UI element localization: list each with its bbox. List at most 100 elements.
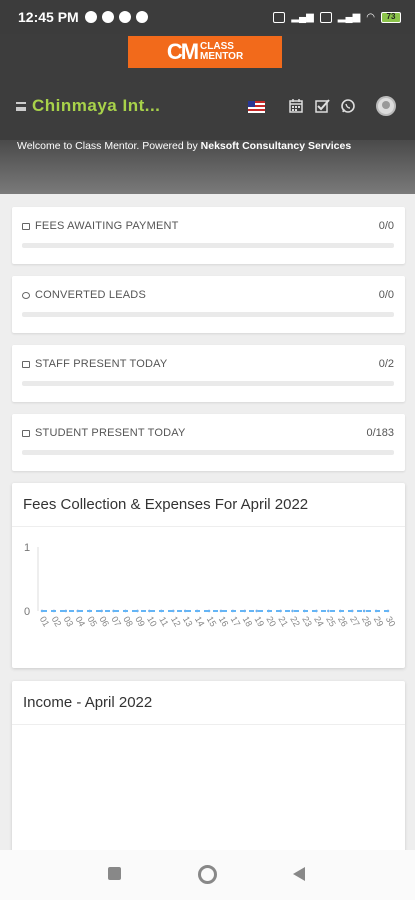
stat-label-text: STAFF PRESENT TODAY [35, 358, 168, 370]
status-bar: 12:45 PM ▂▄▆ ▂▄▆ ◠ 73 [0, 0, 415, 34]
stat-count: 0/0 [378, 220, 394, 232]
data-point [386, 609, 390, 613]
data-point [136, 609, 139, 613]
income-panel: Income - April 2022 [12, 681, 405, 856]
data-point [195, 609, 199, 613]
data-point [351, 609, 354, 613]
income-title: Income - April 2022 [12, 681, 405, 725]
x-tick-label: 21 [276, 615, 290, 629]
welcome-prefix: Welcome to Class Mentor. Powered by [17, 140, 201, 152]
system-nav-bar [0, 850, 415, 900]
data-point [88, 609, 91, 613]
school-name: Chinmaya Int... [32, 96, 161, 115]
x-tick-label: 03 [62, 615, 76, 629]
x-tick-label: 14 [193, 615, 207, 629]
x-tick-label: 28 [360, 615, 374, 629]
sim-icon [319, 11, 332, 23]
data-point [76, 609, 79, 613]
x-tick-label: 24 [312, 615, 326, 629]
data-point [374, 609, 378, 613]
welcome-banner: Welcome to Class Mentor. Powered by Neks… [0, 140, 415, 194]
y-tick-label: 1 [24, 542, 30, 554]
x-tick-label: 25 [324, 615, 338, 629]
data-point [52, 609, 56, 613]
menu-icon[interactable] [16, 102, 26, 111]
home-button[interactable] [198, 865, 217, 884]
stat-label: STUDENT PRESENT TODAY [22, 427, 186, 439]
data-point [160, 609, 163, 613]
x-tick-label: 05 [85, 615, 99, 629]
data-point [172, 609, 175, 613]
logo-line-2: MENTOR [200, 51, 244, 62]
x-tick-label: 08 [121, 615, 135, 629]
x-tick-label: 04 [74, 615, 88, 629]
data-point [339, 609, 342, 613]
data-point [291, 609, 294, 613]
stat-label-text: CONVERTED LEADS [35, 289, 146, 301]
x-tick-label: 18 [241, 615, 255, 629]
data-point [267, 609, 270, 613]
app-notification-icon [101, 11, 114, 23]
data-point [219, 609, 223, 613]
checkbox-icon[interactable] [314, 98, 330, 114]
stat-label-text: STUDENT PRESENT TODAY [35, 427, 186, 439]
calendar-icon[interactable] [288, 98, 304, 114]
progress-bar [22, 450, 394, 455]
stat-label: FEES AWAITING PAYMENT [22, 220, 179, 232]
data-point [124, 609, 127, 613]
wifi-icon: ◠ [366, 11, 375, 23]
recent-apps-button[interactable] [108, 867, 121, 880]
alarm-icon [84, 11, 97, 23]
x-tick-label: 06 [97, 615, 111, 629]
system-icons: ▂▄▆ ▂▄▆ ◠ 73 [273, 11, 401, 23]
stat-count: 0/183 [366, 427, 394, 439]
data-point [362, 609, 366, 613]
stat-card-converted-leads[interactable]: CONVERTED LEADS 0/0 [12, 276, 405, 333]
progress-bar [22, 381, 394, 386]
data-point [40, 609, 44, 613]
app-notification-icon [118, 11, 131, 23]
battery-icon: 73 [381, 11, 401, 23]
x-tick-label: 27 [348, 615, 362, 629]
stat-card-student-present[interactable]: STUDENT PRESENT TODAY 0/183 [12, 414, 405, 471]
us-flag-icon[interactable] [248, 101, 265, 113]
data-point [243, 609, 247, 613]
welcome-text: Welcome to Class Mentor. Powered by Neks… [17, 140, 351, 152]
x-tick-label: 16 [217, 615, 231, 629]
stat-card-staff-present[interactable]: STAFF PRESENT TODAY 0/2 [12, 345, 405, 402]
company-name: Neksoft Consultancy Services [200, 140, 352, 152]
progress-bar [22, 312, 394, 317]
x-tick-label: 09 [133, 615, 147, 629]
calendar-icon [22, 429, 30, 437]
stat-count: 0/2 [378, 358, 394, 370]
data-point [231, 609, 235, 613]
data-point [112, 609, 115, 613]
app-header: CM CLASS MENTOR Chinmaya Int... [0, 34, 415, 140]
back-button[interactable] [293, 867, 305, 881]
x-tick-label: 30 [384, 615, 398, 629]
signal-icon: ▂▄▆ [291, 11, 314, 23]
data-point [207, 609, 211, 613]
progress-bar [22, 243, 394, 248]
x-tick-label: 01 [38, 615, 52, 629]
data-point [183, 609, 187, 613]
settings-icon [135, 11, 148, 23]
y-tick-label: 0 [24, 606, 30, 618]
whatsapp-icon[interactable] [340, 98, 356, 114]
x-tick-label: 19 [253, 615, 267, 629]
stat-card-fees-awaiting[interactable]: FEES AWAITING PAYMENT 0/0 [12, 207, 405, 264]
x-tick-label: 29 [372, 615, 386, 629]
x-tick-label: 11 [157, 615, 170, 628]
data-point [327, 609, 330, 613]
logo-mark: CM [166, 39, 199, 64]
data-point [315, 609, 318, 613]
fees-chart-panel: Fees Collection & Expenses For April 202… [12, 483, 405, 668]
x-tick-label: 26 [336, 615, 350, 629]
chart-title: Fees Collection & Expenses For April 202… [12, 483, 405, 527]
data-point [255, 609, 258, 613]
sim-icon [273, 11, 286, 23]
x-tick-label: 23 [300, 615, 314, 629]
avatar[interactable] [376, 96, 396, 116]
money-icon [22, 222, 30, 230]
logo-text: CLASS MENTOR [200, 42, 243, 62]
